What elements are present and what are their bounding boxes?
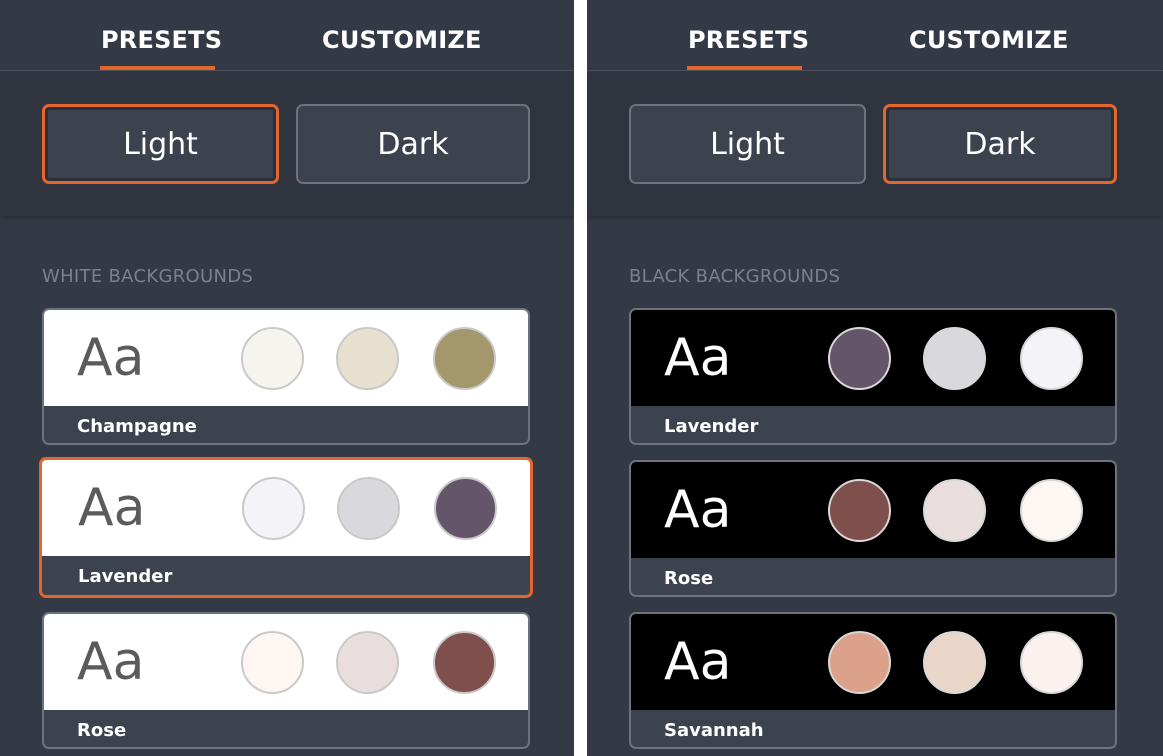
preset-card-savannah[interactable]: Aa Savannah [629,612,1117,749]
tab-presets[interactable]: PRESETS [688,26,809,54]
preset-preview: Aa [44,614,528,710]
preset-name: Savannah [664,720,764,741]
color-swatch [336,631,399,694]
font-sample: Aa [77,632,145,692]
font-sample: Aa [664,632,732,692]
light-mode-button[interactable]: Light [629,104,866,184]
dark-mode-button[interactable]: Dark [296,104,530,184]
preset-card-lavender[interactable]: Aa Lavender [39,457,533,598]
mode-selector: Light Dark [0,72,574,216]
color-swatch [336,327,399,390]
preset-card-lavender-dark[interactable]: Aa Lavender [629,308,1117,445]
color-swatch [1020,327,1083,390]
color-swatch [923,479,986,542]
preset-preview: Aa [42,460,530,556]
preset-card-rose[interactable]: Aa Rose [42,612,530,749]
section-label: BLACK BACKGROUNDS [629,266,841,287]
tab-customize[interactable]: CUSTOMIZE [322,26,482,54]
preset-preview: Aa [631,462,1115,558]
color-swatch [828,479,891,542]
color-swatch [241,631,304,694]
color-swatch [337,477,400,540]
color-swatch [1020,631,1083,694]
color-swatch [1020,479,1083,542]
mode-selector: Light Dark [587,72,1163,216]
preset-preview: Aa [44,310,528,406]
preset-name: Lavender [78,566,173,587]
preset-name: Lavender [664,416,759,437]
preset-name: Rose [664,568,714,589]
color-swatch [828,631,891,694]
color-swatch [828,327,891,390]
font-sample: Aa [664,328,732,388]
font-sample: Aa [664,480,732,540]
color-swatch [242,477,305,540]
preset-name: Champagne [77,416,197,437]
font-sample: Aa [78,478,146,538]
tab-bar: PRESETS CUSTOMIZE [0,0,574,71]
color-swatch [923,327,986,390]
color-swatch [241,327,304,390]
preset-preview: Aa [631,614,1115,710]
tab-customize[interactable]: CUSTOMIZE [909,26,1069,54]
font-sample: Aa [77,328,145,388]
preset-preview: Aa [631,310,1115,406]
dark-mode-button[interactable]: Dark [883,104,1117,184]
preset-card-champagne[interactable]: Aa Champagne [42,308,530,445]
tab-bar: PRESETS CUSTOMIZE [587,0,1163,71]
left-panel: PRESETS CUSTOMIZE Light Dark WHITE BACKG… [0,0,574,756]
preset-name: Rose [77,720,127,741]
tab-presets[interactable]: PRESETS [101,26,222,54]
color-swatch [434,477,497,540]
active-tab-indicator [100,66,215,70]
section-label: WHITE BACKGROUNDS [42,266,254,287]
color-swatch [433,631,496,694]
color-swatch [433,327,496,390]
right-panel: PRESETS CUSTOMIZE Light Dark BLACK BACKG… [587,0,1163,756]
preset-card-rose-dark[interactable]: Aa Rose [629,460,1117,597]
color-swatch [923,631,986,694]
light-mode-button[interactable]: Light [42,104,279,184]
active-tab-indicator [687,66,802,70]
